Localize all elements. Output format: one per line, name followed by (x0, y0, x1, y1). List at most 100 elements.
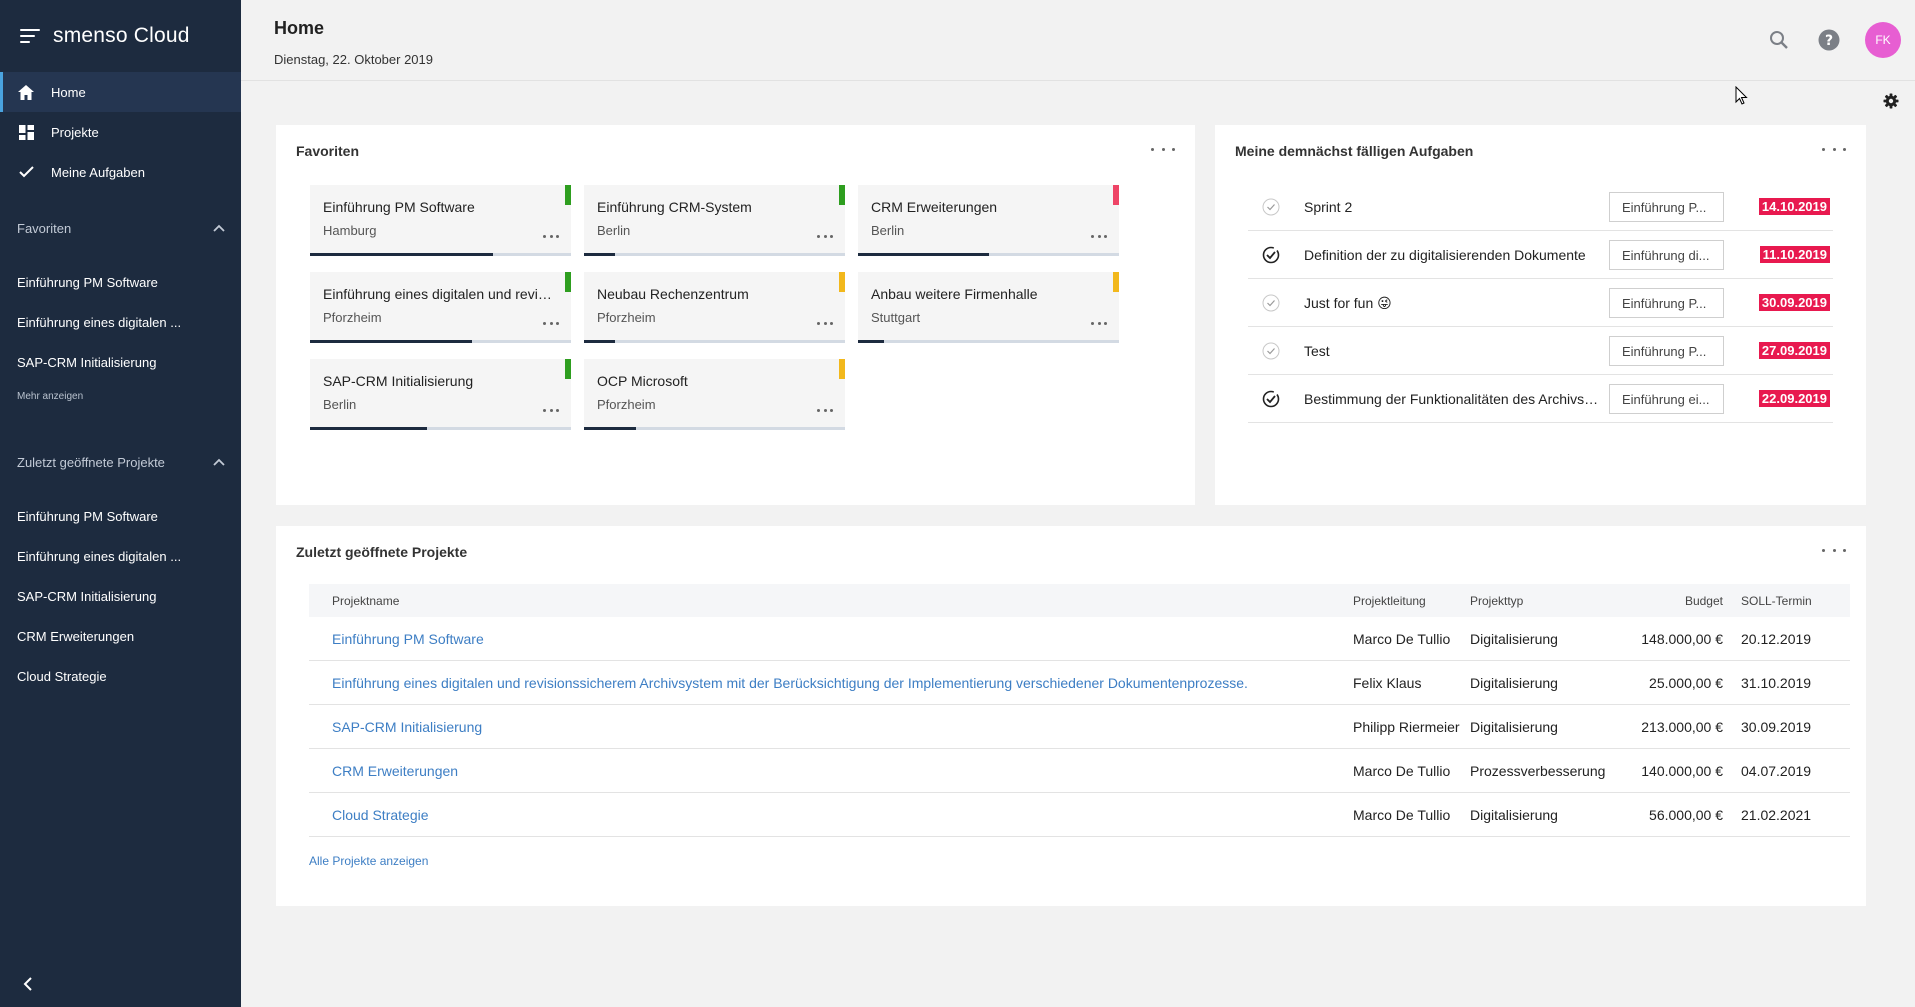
page-date: Dienstag, 22. Oktober 2019 (274, 52, 433, 67)
col-header-type[interactable]: Projekttyp (1470, 584, 1523, 617)
task-row: Definition der zu digitalisierenden Doku… (1248, 231, 1833, 279)
project-type: Digitalisierung (1470, 630, 1558, 647)
table-header: Projektname Projektleitung Projekttyp Bu… (309, 584, 1850, 617)
recent-projects-card: Zuletzt geöffnete Projekte Projektname P… (276, 526, 1866, 906)
task-check-icon[interactable] (1262, 198, 1280, 216)
tile-menu-icon[interactable] (1091, 320, 1107, 326)
home-icon (17, 83, 35, 101)
sidebar-favorite[interactable]: SAP-CRM Initialisierung (0, 342, 241, 382)
favorites-section-toggle[interactable]: Favoriten (0, 208, 241, 248)
task-project[interactable]: Einführung ei... (1609, 384, 1724, 414)
sidebar-recent[interactable]: Cloud Strategie (0, 656, 241, 696)
avatar[interactable]: FK (1865, 22, 1901, 58)
sidebar-recent[interactable]: SAP-CRM Initialisierung (0, 576, 241, 616)
tile-menu-icon[interactable] (817, 320, 833, 326)
card-title: Favoriten (296, 143, 360, 159)
project-soll-date: 31.10.2019 (1741, 674, 1812, 691)
favorite-tile[interactable]: OCP Microsoft Pforzheim (584, 359, 845, 430)
all-projects-link[interactable]: Alle Projekte anzeigen (309, 854, 428, 868)
sidebar-favorite[interactable]: Einführung eines digitalen ... (0, 302, 241, 342)
project-type: Digitalisierung (1470, 806, 1558, 823)
project-link[interactable]: Cloud Strategie (332, 793, 429, 836)
table-row: Einführung eines digitalen und revisions… (309, 661, 1850, 705)
favorite-tile[interactable]: SAP-CRM Initialisierung Berlin (310, 359, 571, 430)
favorite-tile[interactable]: Anbau weitere Firmenhalle Stuttgart (858, 272, 1119, 343)
col-header-budget[interactable]: Budget (1685, 584, 1723, 617)
col-header-name[interactable]: Projektname (332, 584, 399, 617)
card-menu-icon[interactable] (1822, 139, 1846, 159)
status-flag (565, 185, 571, 205)
favorite-tile[interactable]: Einführung PM Software Hamburg (310, 185, 571, 256)
task-row: Test Einführung P... 27.09.2019 (1248, 327, 1833, 375)
project-link[interactable]: SAP-CRM Initialisierung (332, 705, 482, 748)
due-date-badge: 14.10.2019 (1758, 198, 1830, 215)
tile-title: Anbau weitere Firmenhalle (871, 286, 1038, 302)
status-flag (839, 185, 845, 205)
collapse-sidebar-icon[interactable] (20, 975, 38, 993)
task-check-icon[interactable] (1262, 294, 1280, 312)
projects-table: Projektname Projektleitung Projekttyp Bu… (309, 584, 1850, 837)
progress-bar (584, 427, 637, 430)
menu-icon[interactable] (20, 29, 40, 43)
nav-label: Meine Aufgaben (51, 164, 145, 180)
card-menu-icon[interactable] (1822, 540, 1846, 560)
brand-title: smenso Cloud (53, 24, 190, 47)
task-check-icon[interactable] (1262, 246, 1280, 264)
favorite-tile[interactable]: CRM Erweiterungen Berlin (858, 185, 1119, 256)
card-menu-icon[interactable] (1151, 139, 1175, 159)
favorite-tile[interactable]: Einführung eines digitalen und revisions… (310, 272, 571, 343)
project-link[interactable]: CRM Erweiterungen (332, 749, 458, 792)
recent-section-toggle[interactable]: Zuletzt geöffnete Projekte (0, 442, 241, 482)
sidebar-recent[interactable]: Einführung PM Software (0, 496, 241, 536)
show-more-link[interactable]: Mehr anzeigen (0, 382, 241, 410)
search-icon[interactable] (1767, 28, 1791, 52)
table-row: Cloud Strategie Marco De Tullio Digitalisi… (309, 793, 1850, 837)
col-header-soll[interactable]: SOLL-Termin (1741, 584, 1812, 617)
project-budget: 25.000,00 € (1649, 674, 1723, 691)
tile-menu-icon[interactable] (543, 407, 559, 413)
nav-item-projekte[interactable]: Projekte (0, 112, 241, 152)
due-date-badge: 22.09.2019 (1758, 390, 1830, 407)
task-project[interactable]: Einführung di... (1609, 240, 1724, 270)
task-name[interactable]: Bestimmung der Funktionalitäten des Arch… (1304, 391, 1599, 407)
col-header-lead[interactable]: Projektleitung (1353, 584, 1426, 617)
task-project[interactable]: Einführung P... (1609, 336, 1724, 366)
project-soll-date: 04.07.2019 (1741, 762, 1812, 779)
tile-menu-icon[interactable] (543, 233, 559, 239)
tile-menu-icon[interactable] (543, 320, 559, 326)
tile-menu-icon[interactable] (817, 233, 833, 239)
task-project[interactable]: Einführung P... (1609, 192, 1724, 222)
task-name[interactable]: Sprint 2 (1304, 199, 1599, 215)
task-check-icon[interactable] (1262, 390, 1280, 408)
section-title: Favoriten (17, 220, 72, 236)
task-name[interactable]: Test (1304, 343, 1599, 359)
task-name[interactable]: Just for fun 😜 (1304, 295, 1599, 312)
project-lead: Felix Klaus (1353, 674, 1422, 691)
sidebar-favorite[interactable]: Einführung PM Software (0, 262, 241, 302)
tile-city: Pforzheim (597, 310, 656, 325)
sidebar-recent[interactable]: CRM Erweiterungen (0, 616, 241, 656)
status-flag (839, 272, 845, 292)
task-project[interactable]: Einführung P... (1609, 288, 1724, 318)
tile-title: Neubau Rechenzentrum (597, 286, 749, 302)
nav-item-home[interactable]: Home (0, 72, 241, 112)
status-flag (1113, 185, 1119, 205)
dashboard-icon (17, 123, 35, 141)
sidebar-recent[interactable]: Einführung eines digitalen ... (0, 536, 241, 576)
tile-menu-icon[interactable] (817, 407, 833, 413)
tile-title: Einführung PM Software (323, 199, 475, 215)
task-name[interactable]: Definition der zu digitalisierenden Doku… (1304, 247, 1599, 263)
tile-title: Einführung CRM-System (597, 199, 752, 215)
tile-menu-icon[interactable] (1091, 233, 1107, 239)
nav-item-meine-aufgaben[interactable]: Meine Aufgaben (0, 152, 241, 192)
project-budget: 140.000,00 € (1641, 762, 1723, 779)
settings-gear-icon[interactable] (1882, 92, 1900, 110)
favorite-tile[interactable]: Einführung CRM-System Berlin (584, 185, 845, 256)
project-link[interactable]: Einführung PM Software (332, 617, 484, 660)
project-link[interactable]: Einführung eines digitalen und revisions… (332, 661, 1248, 704)
project-lead: Philipp Riermeier (1353, 718, 1460, 735)
project-lead: Marco De Tullio (1353, 630, 1451, 647)
favorite-tile[interactable]: Neubau Rechenzentrum Pforzheim (584, 272, 845, 343)
help-icon[interactable]: ? (1817, 28, 1841, 52)
task-check-icon[interactable] (1262, 342, 1280, 360)
